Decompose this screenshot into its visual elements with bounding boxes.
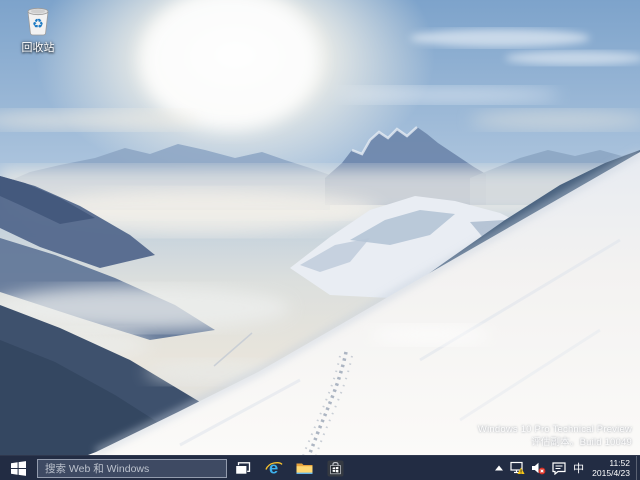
windows-logo-icon (11, 461, 26, 476)
recycle-bin-label: 回收站 (8, 39, 68, 55)
task-view-button[interactable] (227, 456, 258, 480)
ime-indicator[interactable]: 中 (569, 456, 588, 480)
show-hidden-icons-button[interactable] (491, 456, 507, 480)
start-button[interactable] (0, 456, 36, 480)
internet-explorer-icon: e (265, 460, 283, 477)
watermark-line2: 评估副本。Build 10049 (478, 436, 632, 449)
action-center-button[interactable] (549, 456, 569, 480)
file-explorer-button[interactable] (289, 456, 320, 480)
task-view-icon (235, 462, 251, 475)
search-placeholder: 搜索 Web 和 Windows (45, 461, 149, 476)
volume-muted-icon (531, 461, 546, 475)
network-warning-icon (510, 461, 525, 475)
wallpaper-image (0, 0, 640, 455)
volume-button[interactable] (528, 456, 549, 480)
recycle-bin[interactable]: ♻ 回收站 (8, 5, 68, 55)
watermark-line1: Windows 10 Pro Technical Preview (478, 423, 632, 436)
desktop: ♻ 回收站 Windows 10 Pro Technical Preview 评… (0, 0, 640, 480)
search-input[interactable]: 搜索 Web 和 Windows (37, 459, 227, 478)
recycle-bin-icon: ♻ (23, 5, 53, 37)
svg-text:♻: ♻ (32, 16, 44, 31)
network-status-button[interactable] (507, 456, 528, 480)
clock[interactable]: 11:52 2015/4/23 (588, 456, 636, 480)
clock-time: 11:52 (592, 458, 630, 468)
folder-icon (296, 461, 313, 475)
store-bag-icon (327, 460, 344, 477)
internet-explorer-button[interactable]: e (258, 456, 289, 480)
chevron-up-icon (494, 464, 504, 472)
taskbar: 搜索 Web 和 Windows e (0, 455, 640, 480)
clock-date: 2015/4/23 (592, 468, 630, 478)
action-center-icon (552, 462, 566, 475)
evaluation-watermark: Windows 10 Pro Technical Preview 评估副本。Bu… (478, 423, 632, 449)
show-desktop-button[interactable] (636, 456, 640, 480)
store-button[interactable] (320, 456, 351, 480)
system-tray: 中 11:52 2015/4/23 (491, 456, 640, 480)
